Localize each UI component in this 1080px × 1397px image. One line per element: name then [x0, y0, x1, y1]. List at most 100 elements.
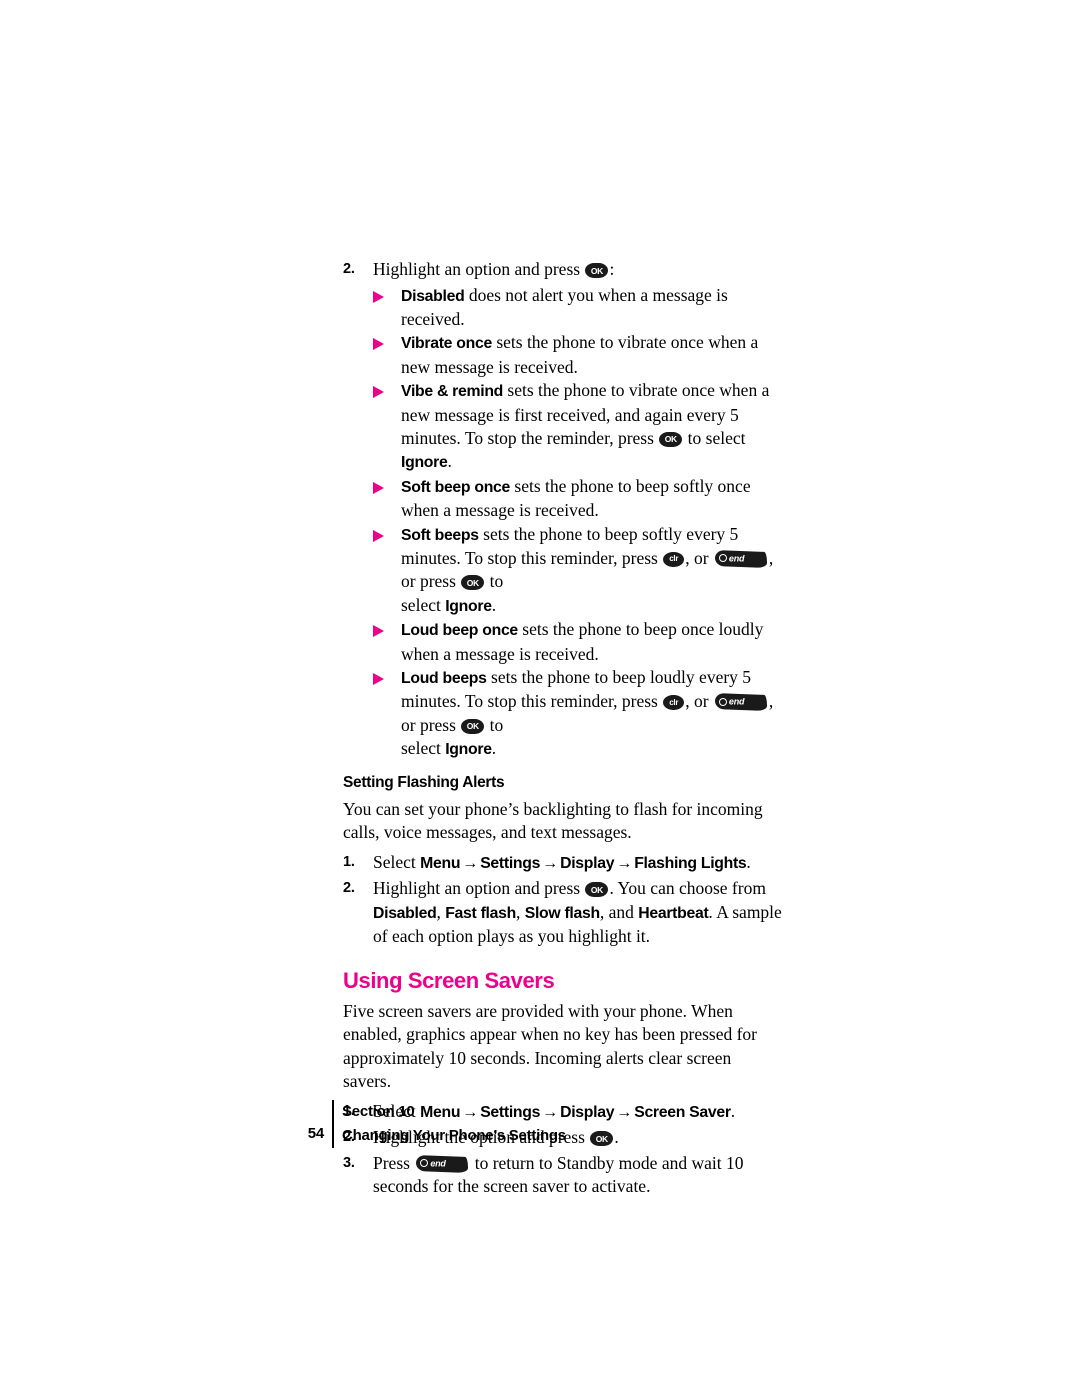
list-item: Vibrate once sets the phone to vibrate o…	[373, 331, 783, 379]
page-footer: 54 Section 10 Changing Your Phone’s Sett…	[290, 1100, 790, 1160]
option-name: Vibe & remind	[401, 383, 504, 401]
footer-title: Changing Your Phone’s Settings	[342, 1127, 566, 1144]
option-emphasis: Ignore	[445, 597, 492, 615]
end-key-label: end	[728, 696, 745, 707]
triangle-right-icon	[373, 331, 401, 351]
option-line3: select	[401, 594, 446, 615]
option-emphasis: Ignore	[445, 741, 492, 759]
end-key-label: end	[430, 1158, 446, 1169]
end-key-label: end	[728, 553, 745, 564]
step-number: 1.	[343, 853, 355, 870]
flash-option-3: Slow flash	[524, 904, 600, 922]
end-key-icon: end	[714, 693, 767, 712]
option-line3: select	[401, 738, 446, 759]
step-text: Highlight an option and press OK . You ca…	[373, 877, 783, 949]
ok-key-icon: OK	[461, 575, 485, 591]
alert-option-list: Disabled does not alert you when a messa…	[373, 284, 783, 762]
ok-key-label: OK	[466, 721, 479, 732]
option-tail: .	[447, 451, 452, 472]
step-number: 2.	[343, 880, 355, 897]
list-item-text: Disabled does not alert you when a messa…	[401, 284, 783, 332]
menu-path-4: Flashing Lights	[634, 854, 747, 872]
page-content: 2. Highlight an option and press OK: Dis…	[343, 258, 783, 1201]
footer-section: Section 10	[342, 1103, 415, 1120]
manual-page: 2. Highlight an option and press OK: Dis…	[0, 0, 1080, 1397]
flash-option-4: Heartbeat	[638, 904, 709, 922]
step-row: 2. Highlight an option and press OK:	[343, 258, 783, 282]
triangle-right-icon	[373, 666, 401, 685]
step-text: Highlight an option and press OK:	[373, 258, 783, 282]
option-emphasis: Ignore	[401, 454, 448, 472]
menu-path-3: Display	[560, 854, 615, 872]
option-mid-1: , or	[685, 691, 709, 712]
step-text-after: :	[609, 259, 615, 279]
step-tail: .	[746, 851, 751, 872]
list-item-text: Vibe & remind sets the phone to vibrate …	[401, 379, 783, 475]
triangle-right-icon	[373, 523, 401, 542]
option-tail: .	[491, 738, 497, 759]
join-comma: ,	[515, 901, 525, 922]
clr-key-icon: clr	[663, 551, 685, 567]
clr-key-label: clr	[669, 554, 679, 564]
option-desc-2: to select	[683, 427, 746, 448]
option-after-ok: to	[485, 714, 504, 735]
triangle-right-icon	[373, 379, 401, 399]
step-number: 2.	[343, 261, 355, 277]
join-and: , and	[599, 901, 639, 922]
flash-option-1: Disabled	[373, 904, 437, 922]
option-name: Vibrate once	[401, 335, 492, 353]
option-name: Soft beeps	[401, 526, 479, 544]
flashing-alerts-intro: You can set your phone’s backlighting to…	[343, 798, 763, 843]
option-tail: .	[491, 594, 497, 615]
step-row: 1. Select Menu → Settings → Display → Flashing…	[343, 851, 783, 876]
list-item-text: Vibrate once sets the phone to vibrate o…	[401, 331, 783, 379]
step-prefix: Select	[373, 851, 421, 872]
step-row: 2. Highlight an option and press OK . You…	[343, 877, 783, 949]
join-comma: ,	[436, 901, 446, 922]
ok-key-label: OK	[664, 434, 677, 445]
list-item-text: Loud beep once sets the phone to beep on…	[401, 618, 783, 666]
list-item: Soft beep once sets the phone to beep so…	[373, 475, 783, 523]
flash-option-2: Fast flash	[445, 904, 516, 922]
section-heading-screen-savers: Using Screen Savers	[343, 967, 555, 993]
footer-text: Section 10 Changing Your Phone’s Setting…	[342, 1100, 566, 1148]
menu-path-2: Settings	[480, 854, 541, 872]
ok-key-icon: OK	[585, 882, 609, 898]
menu-arrow-icon: →	[462, 854, 479, 872]
triangle-right-icon	[373, 284, 401, 303]
menu-arrow-icon: →	[542, 854, 559, 872]
option-after-ok: to	[485, 571, 504, 592]
step-text-before: Highlight an option and press	[373, 259, 581, 279]
ok-key-icon: OK	[585, 263, 609, 278]
screen-savers-intro: Five screen savers are provided with you…	[343, 1000, 758, 1092]
menu-path-1: Menu	[420, 854, 461, 872]
option-name: Disabled	[401, 287, 465, 305]
ok-key-icon: OK	[461, 718, 485, 734]
option-mid-1: , or	[685, 547, 709, 568]
option-name: Loud beeps	[401, 670, 487, 687]
list-item-text: Soft beep once sets the phone to beep so…	[401, 475, 783, 523]
list-item: Loud beep once sets the phone to beep on…	[373, 618, 783, 666]
step-after-key: . You can choose from	[609, 878, 766, 899]
ok-key-label: OK	[590, 884, 604, 895]
ok-key-icon: OK	[659, 431, 683, 447]
footer-divider	[332, 1100, 334, 1148]
option-name: Soft beep once	[401, 478, 511, 496]
list-item: Soft beeps sets the phone to beep softly…	[373, 523, 783, 619]
section-subheading-flashing-alerts: Setting Flashing Alerts	[343, 773, 505, 791]
triangle-right-icon	[373, 618, 401, 638]
clr-key-label: clr	[669, 697, 679, 707]
page-number: 54	[307, 1125, 324, 1142]
ok-key-label: OK	[590, 265, 604, 276]
list-item: Loud beeps sets the phone to beep loudly…	[373, 666, 783, 762]
clr-key-icon: clr	[663, 695, 685, 711]
option-name: Loud beep once	[401, 622, 518, 640]
end-key-icon: end	[714, 549, 767, 568]
list-item-text: Loud beeps sets the phone to beep loudly…	[401, 666, 783, 762]
triangle-right-icon	[373, 475, 401, 494]
list-item: Disabled does not alert you when a messa…	[373, 284, 783, 332]
step-before-key: Highlight an option and press	[373, 878, 581, 899]
list-item: Vibe & remind sets the phone to vibrate …	[373, 379, 783, 475]
step-text: Select Menu → Settings → Display → Flashing Li…	[373, 851, 783, 876]
ok-key-label: OK	[466, 577, 479, 588]
